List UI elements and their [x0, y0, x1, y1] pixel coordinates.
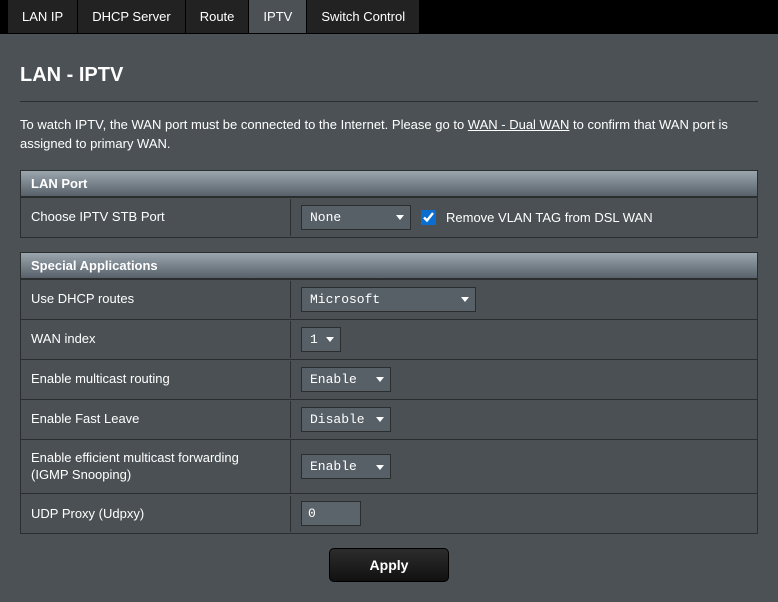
dhcp-routes-label: Use DHCP routes: [21, 281, 291, 318]
page-body: LAN - IPTV To watch IPTV, the WAN port m…: [0, 34, 778, 602]
wan-index-select[interactable]: 1: [301, 327, 341, 352]
intro-text: To watch IPTV, the WAN port must be conn…: [20, 116, 758, 154]
choose-stb-label: Choose IPTV STB Port: [21, 199, 291, 236]
lan-port-header: LAN Port: [21, 171, 757, 197]
multicast-routing-select[interactable]: Enable: [301, 367, 391, 392]
wan-dual-wan-link[interactable]: WAN - Dual WAN: [468, 117, 570, 132]
fast-leave-select[interactable]: Disable: [301, 407, 391, 432]
udp-proxy-input[interactable]: [301, 501, 361, 526]
special-apps-header: Special Applications: [21, 253, 757, 279]
remove-vlan-checkbox[interactable]: [421, 210, 436, 225]
dhcp-routes-select[interactable]: Microsoft: [301, 287, 476, 312]
udp-proxy-label: UDP Proxy (Udpxy): [21, 496, 291, 533]
row-wan-index: WAN index 1: [21, 319, 757, 359]
igmp-select[interactable]: Enable: [301, 454, 391, 479]
apply-button[interactable]: Apply: [329, 548, 450, 582]
row-multicast-routing: Enable multicast routing Enable: [21, 359, 757, 399]
row-igmp: Enable efficient multicast forwarding (I…: [21, 439, 757, 494]
multicast-routing-label: Enable multicast routing: [21, 361, 291, 398]
tab-iptv[interactable]: IPTV: [249, 0, 306, 33]
igmp-label: Enable efficient multicast forwarding (I…: [21, 440, 291, 494]
special-apps-panel: Special Applications Use DHCP routes Mic…: [20, 252, 758, 535]
tab-switch-control[interactable]: Switch Control: [307, 0, 419, 33]
fast-leave-label: Enable Fast Leave: [21, 401, 291, 438]
choose-stb-select[interactable]: None: [301, 205, 411, 230]
row-fast-leave: Enable Fast Leave Disable: [21, 399, 757, 439]
tab-dhcp-server[interactable]: DHCP Server: [78, 0, 185, 33]
tab-route[interactable]: Route: [186, 0, 249, 33]
remove-vlan-label: Remove VLAN TAG from DSL WAN: [446, 210, 653, 225]
row-choose-stb: Choose IPTV STB Port None Remove VLAN TA…: [21, 197, 757, 237]
row-udp-proxy: UDP Proxy (Udpxy): [21, 493, 757, 533]
row-dhcp-routes: Use DHCP routes Microsoft: [21, 279, 757, 319]
intro-pre: To watch IPTV, the WAN port must be conn…: [20, 117, 468, 132]
wan-index-label: WAN index: [21, 321, 291, 358]
tab-bar: LAN IP DHCP Server Route IPTV Switch Con…: [0, 0, 778, 34]
tab-lan-ip[interactable]: LAN IP: [8, 0, 77, 33]
lan-port-panel: LAN Port Choose IPTV STB Port None Remov…: [20, 170, 758, 238]
page-title: LAN - IPTV: [20, 46, 758, 102]
